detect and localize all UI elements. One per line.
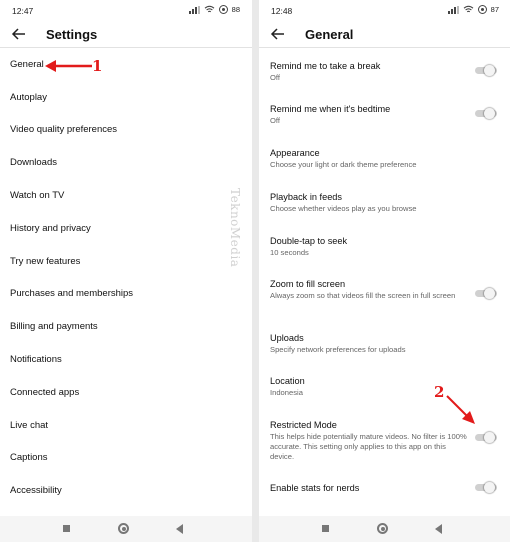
system-back-button[interactable] bbox=[176, 524, 183, 534]
setting-title: Appearance bbox=[270, 148, 320, 158]
setting-title: Enable stats for nerds bbox=[270, 483, 360, 493]
app-bar: Settings bbox=[0, 22, 252, 48]
settings-item-general[interactable]: General bbox=[0, 48, 252, 81]
recents-button[interactable] bbox=[322, 525, 329, 532]
status-icons: 88 bbox=[188, 5, 240, 14]
settings-item-downloads[interactable]: Downloads bbox=[0, 146, 252, 179]
annotation-arrow-1 bbox=[45, 60, 92, 72]
setting-appearance[interactable]: Appearance Choose your light or dark the… bbox=[259, 147, 510, 170]
watermark: TeknoMedia bbox=[228, 188, 242, 268]
setting-title: Remind me when it's bedtime bbox=[270, 104, 391, 114]
home-button[interactable] bbox=[377, 523, 388, 534]
setting-zoom-to-fill[interactable]: Zoom to fill screen Always zoom so that … bbox=[259, 278, 510, 301]
status-icons: 87 bbox=[447, 5, 499, 14]
settings-item-try-new-features[interactable]: Try new features bbox=[0, 245, 252, 278]
signal-icon bbox=[188, 5, 200, 14]
back-arrow-icon[interactable] bbox=[10, 25, 28, 43]
setting-subtitle: Choose whether videos play as you browse bbox=[270, 204, 417, 213]
take-a-break-toggle[interactable] bbox=[475, 65, 497, 76]
app-bar: General bbox=[259, 22, 510, 48]
status-bar: 12:47 88 bbox=[0, 0, 252, 22]
setting-subtitle: Off bbox=[270, 73, 280, 82]
settings-item-connected-apps[interactable]: Connected apps bbox=[0, 376, 252, 409]
system-nav-bar bbox=[259, 516, 510, 542]
setting-subtitle: 10 seconds bbox=[270, 248, 309, 257]
setting-stats-for-nerds[interactable]: Enable stats for nerds bbox=[259, 482, 510, 494]
settings-screen: 12:47 88 Settings General Autoplay Video… bbox=[0, 0, 252, 542]
settings-item-autoplay[interactable]: Autoplay bbox=[0, 81, 252, 114]
settings-item-accessibility[interactable]: Accessibility bbox=[0, 474, 252, 507]
battery-icon bbox=[218, 5, 228, 14]
signal-icon bbox=[447, 5, 459, 14]
settings-item-watch-on-tv[interactable]: Watch on TV bbox=[0, 179, 252, 212]
setting-title: Restricted Mode bbox=[270, 420, 337, 430]
setting-take-a-break[interactable]: Remind me to take a break Off bbox=[259, 60, 510, 83]
setting-subtitle: Specify network preferences for uploads bbox=[270, 345, 406, 354]
setting-title: Playback in feeds bbox=[270, 192, 343, 202]
settings-item-captions[interactable]: Captions bbox=[0, 442, 252, 475]
restricted-mode-toggle[interactable] bbox=[475, 432, 497, 443]
setting-bedtime-reminder[interactable]: Remind me when it's bedtime Off bbox=[259, 103, 510, 126]
home-button[interactable] bbox=[118, 523, 129, 534]
settings-item-notifications[interactable]: Notifications bbox=[0, 343, 252, 376]
settings-item-video-quality[interactable]: Video quality preferences bbox=[0, 114, 252, 147]
battery-level: 88 bbox=[231, 5, 240, 14]
setting-title: Zoom to fill screen bbox=[270, 279, 346, 289]
setting-subtitle: Off bbox=[270, 116, 280, 125]
status-bar: 12:48 87 bbox=[259, 0, 510, 22]
bedtime-reminder-toggle[interactable] bbox=[475, 108, 497, 119]
stats-for-nerds-toggle[interactable] bbox=[475, 482, 497, 493]
settings-item-history-privacy[interactable]: History and privacy bbox=[0, 212, 252, 245]
zoom-to-fill-toggle[interactable] bbox=[475, 288, 497, 299]
setting-subtitle: Always zoom so that videos fill the scre… bbox=[270, 291, 456, 300]
recents-button[interactable] bbox=[63, 525, 70, 532]
setting-playback-in-feeds[interactable]: Playback in feeds Choose whether videos … bbox=[259, 191, 510, 214]
annotation-label-2: 2 bbox=[434, 383, 445, 401]
system-nav-bar bbox=[0, 516, 252, 542]
settings-item-live-chat[interactable]: Live chat bbox=[0, 409, 252, 442]
setting-title: Uploads bbox=[270, 333, 304, 343]
settings-item-purchases[interactable]: Purchases and memberships bbox=[0, 278, 252, 311]
annotation-label-1: 1 bbox=[92, 57, 103, 75]
settings-item-billing[interactable]: Billing and payments bbox=[0, 310, 252, 343]
annotation-arrow-2 bbox=[446, 395, 475, 424]
status-time: 12:47 bbox=[12, 6, 34, 16]
screenshot-divider bbox=[252, 0, 259, 542]
setting-title: Double-tap to seek bbox=[270, 236, 348, 246]
system-back-button[interactable] bbox=[435, 524, 442, 534]
setting-title: Remind me to take a break bbox=[270, 61, 381, 71]
back-arrow-icon[interactable] bbox=[269, 25, 287, 43]
page-title: General bbox=[305, 27, 354, 42]
settings-list: General Autoplay Video quality preferenc… bbox=[0, 48, 252, 507]
page-title: Settings bbox=[46, 27, 98, 42]
setting-uploads[interactable]: Uploads Specify network preferences for … bbox=[259, 332, 510, 355]
setting-double-tap-seek[interactable]: Double-tap to seek 10 seconds bbox=[259, 235, 510, 258]
wifi-icon bbox=[204, 5, 214, 13]
battery-level: 87 bbox=[490, 5, 499, 14]
setting-subtitle: Choose your light or dark theme preferen… bbox=[270, 160, 417, 169]
general-screen: 12:48 87 General Remind me to take a bre… bbox=[259, 0, 510, 542]
setting-subtitle: This helps hide potentially mature video… bbox=[270, 432, 467, 461]
wifi-icon bbox=[463, 5, 473, 13]
status-time: 12:48 bbox=[271, 6, 293, 16]
battery-icon bbox=[477, 5, 487, 14]
